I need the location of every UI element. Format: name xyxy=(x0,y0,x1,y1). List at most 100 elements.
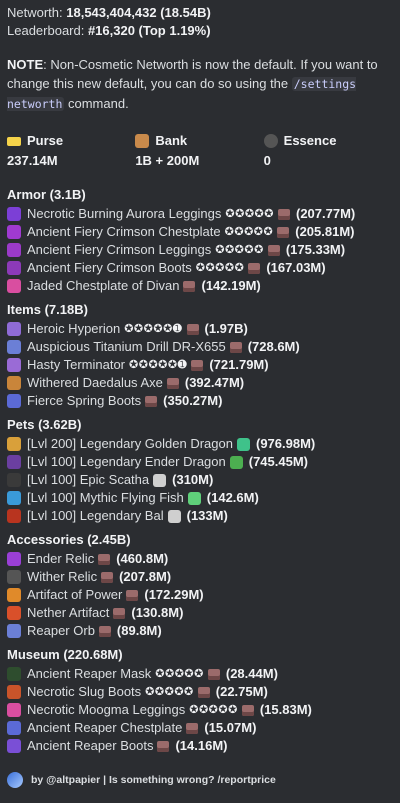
networth-label: Networth: xyxy=(7,5,67,20)
item-name: Ancient Fiery Crimson Leggings xyxy=(27,242,212,257)
field-essence-name: Essence xyxy=(283,133,337,148)
item-stars: ✪✪✪✪✪ xyxy=(195,262,245,274)
list-item: [Lvl 100] Legendary Bal (133M) xyxy=(7,507,392,525)
section-items: Items (7.18B) Heroic Hyperion ✪✪✪✪✪➊ (1.97B… xyxy=(7,301,392,410)
chest-icon xyxy=(207,668,220,680)
list-item: Necrotic Slug Boots ✪✪✪✪✪ (22.75M) xyxy=(7,683,392,701)
leaderboard-line: Leaderboard: #16,320 (Top 1.19%) xyxy=(7,22,392,40)
field-bank: Bank 1B + 200M xyxy=(135,132,263,170)
list-item: [Lvl 100] Mythic Flying Fish (142.6M) xyxy=(7,489,392,507)
list-item: Ancient Fiery Crimson Boots ✪✪✪✪✪ (167.03M… xyxy=(7,259,392,277)
section-title-pets: Pets (3.62B) xyxy=(7,417,82,432)
chest-icon xyxy=(101,571,114,583)
chest-icon xyxy=(191,359,204,371)
item-icon xyxy=(7,721,21,735)
item-icon xyxy=(7,703,21,717)
chest-icon xyxy=(197,686,210,698)
leaderboard-label: Leaderboard: xyxy=(7,23,88,38)
item-stars: ✪✪✪✪✪ xyxy=(215,244,264,256)
chest-icon xyxy=(98,625,111,637)
item-name: Ancient Fiery Crimson Chestplate xyxy=(27,224,221,239)
item-name: Necrotic Slug Boots xyxy=(27,684,142,699)
field-purse-value: 237.14M xyxy=(7,153,58,168)
item-icon xyxy=(7,509,21,523)
item-name: Fierce Spring Boots xyxy=(27,393,142,408)
chest-icon xyxy=(157,740,170,752)
item-name: Wither Relic xyxy=(27,569,98,584)
item-stars: ✪✪✪✪✪ xyxy=(224,226,274,238)
chest-icon xyxy=(145,395,158,407)
note-paragraph: NOTE: Non-Cosmetic Networth is now the d… xyxy=(7,55,392,114)
bank-icon xyxy=(135,134,150,148)
chest-icon xyxy=(186,722,199,734)
section-museum: Museum (220.68M) Ancient Reaper Mask ✪✪✪✪✪… xyxy=(7,646,392,755)
section-accessories: Accessories (2.45B) Ender Relic (460.8M) Wi… xyxy=(7,531,392,640)
item-price: (133M) xyxy=(186,508,228,523)
item-icon xyxy=(7,394,21,408)
item-icon xyxy=(7,491,21,505)
list-item: [Lvl 100] Legendary Ender Dragon (745.45M… xyxy=(7,453,392,471)
item-name: Necrotic Moogma Leggings xyxy=(27,702,186,717)
field-purse: Purse 237.14M xyxy=(7,132,135,170)
list-item: Necrotic Burning Aurora Leggings ✪✪✪✪✪ (20… xyxy=(7,205,392,223)
chest-icon xyxy=(248,262,261,274)
item-price: (130.8M) xyxy=(131,605,184,620)
item-name: Jaded Chestplate of Divan xyxy=(27,278,180,293)
chest-icon xyxy=(277,208,290,220)
item-price: (976.98M) xyxy=(255,436,316,451)
list-item: [Lvl 100] Epic Scatha (310M) xyxy=(7,471,392,489)
item-icon xyxy=(7,358,21,372)
section-armor: Armor (3.1B) Necrotic Burning Aurora Legg… xyxy=(7,186,392,295)
item-icon xyxy=(7,624,21,638)
field-essence: Essence 0 xyxy=(263,132,392,170)
cube-icon xyxy=(229,455,243,469)
item-icon xyxy=(7,340,21,354)
item-icon xyxy=(7,455,21,469)
item-price: (142.6M) xyxy=(206,490,259,505)
item-icon xyxy=(7,570,21,584)
item-icon xyxy=(7,606,21,620)
field-bank-name: Bank xyxy=(155,133,188,148)
item-price: (28.44M) xyxy=(225,666,278,681)
item-price: (392.47M) xyxy=(184,375,245,390)
purse-icon xyxy=(7,137,21,146)
item-icon xyxy=(7,225,21,239)
item-name: Withered Daedalus Axe xyxy=(27,375,163,390)
list-item: Hasty Terminator ✪✪✪✪✪➊ (721.79M) xyxy=(7,356,392,374)
item-price: (350.27M) xyxy=(163,393,223,408)
section-title-museum: Museum (220.68M) xyxy=(7,647,123,662)
item-price: (745.45M) xyxy=(248,454,308,469)
list-item: Necrotic Moogma Leggings ✪✪✪✪✪ (15.83M) xyxy=(7,701,392,719)
chest-icon xyxy=(277,226,290,238)
gem-icon xyxy=(153,473,167,487)
item-price: (15.83M) xyxy=(259,702,312,717)
list-item: Ancient Fiery Crimson Leggings ✪✪✪✪✪ (175.… xyxy=(7,241,392,259)
item-name: [Lvl 100] Legendary Bal xyxy=(27,508,164,523)
item-stars: ✪✪✪✪✪ xyxy=(155,668,204,680)
leaderboard-value: #16,320 (Top 1.19%) xyxy=(87,23,211,38)
footer: by @altpapier | Is something wrong? /rep… xyxy=(7,772,276,788)
item-name: [Lvl 100] Epic Scatha xyxy=(27,472,150,487)
item-stars: ✪✪✪✪✪ xyxy=(145,686,194,698)
cube-icon xyxy=(187,491,201,505)
chest-icon xyxy=(98,553,111,565)
item-name: Ancient Reaper Mask xyxy=(27,666,152,681)
item-price: (172.29M) xyxy=(144,587,204,602)
list-item: Fierce Spring Boots (350.27M) xyxy=(7,392,392,410)
item-icon xyxy=(7,261,21,275)
note-text-2: command. xyxy=(64,96,129,111)
list-item: Ancient Fiery Crimson Chestplate ✪✪✪✪✪ (20… xyxy=(7,223,392,241)
item-price: (22.75M) xyxy=(215,684,268,699)
item-icon xyxy=(7,588,21,602)
item-price: (205.81M) xyxy=(295,224,355,239)
chest-icon xyxy=(126,589,139,601)
item-name: [Lvl 200] Legendary Golden Dragon xyxy=(27,436,233,451)
item-name: Necrotic Burning Aurora Leggings xyxy=(27,206,222,221)
item-name: Auspicious Titanium Drill DR-X655 xyxy=(27,339,226,354)
item-icon xyxy=(7,667,21,681)
networth-line: Networth: 18,543,404,432 (18.54B) xyxy=(7,4,392,22)
item-price: (15.07M) xyxy=(204,720,257,735)
list-item: Ancient Reaper Mask ✪✪✪✪✪ (28.44M) xyxy=(7,665,392,683)
list-item: Reaper Orb (89.8M) xyxy=(7,622,392,640)
item-name: Ender Relic xyxy=(27,551,95,566)
